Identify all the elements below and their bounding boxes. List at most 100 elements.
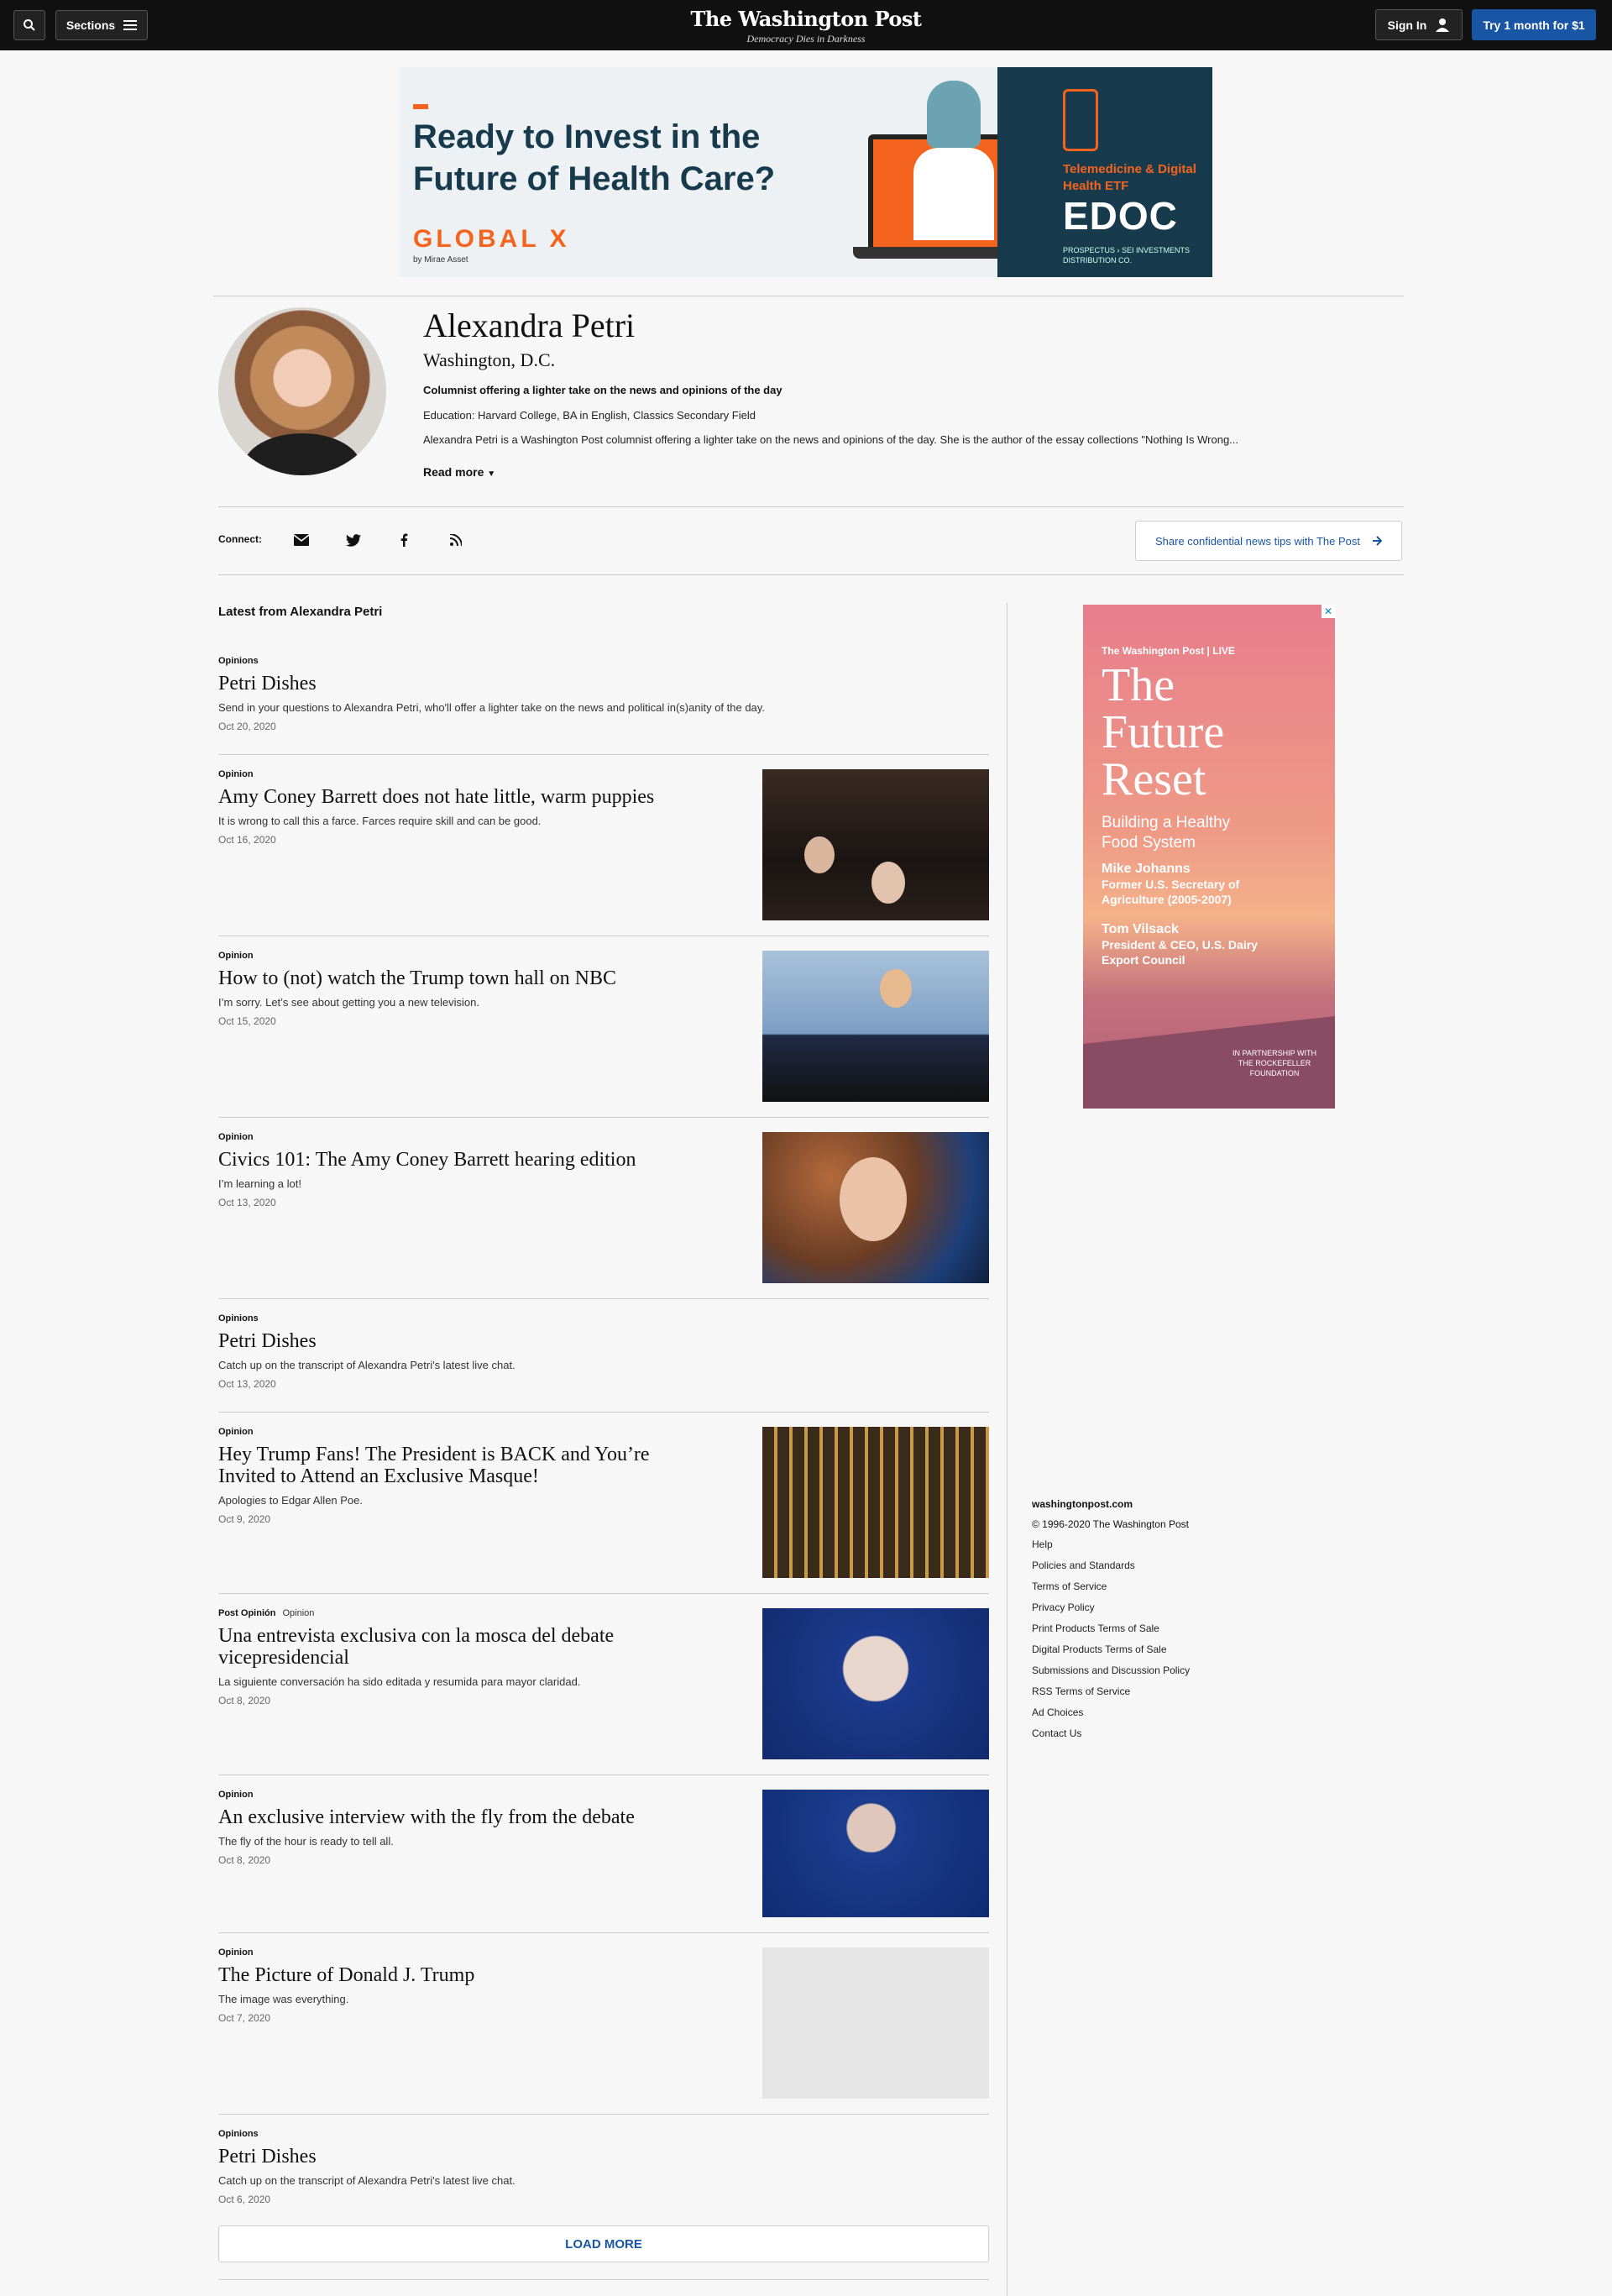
article-thumbnail[interactable] (762, 769, 989, 920)
footer-link[interactable]: Submissions and Discussion Policy (1032, 1664, 1190, 1677)
rss-icon[interactable] (443, 527, 468, 553)
sections-label: Sections (65, 18, 116, 32)
ad-accent-bar (413, 104, 428, 109)
article-thumbnail[interactable] (762, 1427, 989, 1578)
article-blurb: Apologies to Edgar Allen Poe. (218, 1494, 364, 1507)
article-item[interactable]: Post Opinión Opinion Una entrevista exclu… (218, 1608, 989, 1759)
article-item[interactable]: Opinions Petri Dishes Catch up on the tr… (218, 2129, 989, 2205)
site-tagline: Democracy Dies in Darkness (746, 33, 866, 45)
sign-in-label: Sign In (1387, 18, 1427, 32)
footer-link[interactable]: Privacy Policy (1032, 1601, 1190, 1614)
author-education: Education: Harvard College, BA in Englis… (423, 409, 756, 422)
article-blurb: I’m learning a lot! (218, 1177, 301, 1190)
divider (218, 1932, 989, 1933)
doctor-coat-illustration (913, 148, 994, 240)
article-thumbnail[interactable] (762, 1608, 989, 1759)
twitter-icon[interactable] (341, 527, 366, 553)
footer-links: washingtonpost.com © 1996-2020 The Washi… (1032, 1498, 1190, 1748)
footer-site[interactable]: washingtonpost.com (1032, 1498, 1190, 1510)
sign-in-button[interactable]: Sign In (1375, 9, 1463, 40)
read-more-button[interactable]: Read more ▼ (423, 465, 495, 479)
article-title[interactable]: The Picture of Donald J. Trump (218, 1964, 688, 1986)
article-kicker[interactable]: Opinions (218, 1313, 989, 1324)
article-date: Oct 13, 2020 (218, 1378, 276, 1390)
user-icon (1436, 18, 1450, 32)
side-advertisement[interactable]: ✕ The Washington Post | LIVE The Future … (1083, 605, 1335, 1109)
footer-copyright: © 1996-2020 The Washington Post (1032, 1518, 1189, 1530)
ad-disclaimer[interactable]: PROSPECTUS › SEI INVESTMENTS DISTRIBUTIO… (1063, 245, 1212, 265)
arrow-right-icon (1373, 536, 1382, 546)
article-title[interactable]: Petri Dishes (218, 673, 688, 695)
ad-close-icon[interactable]: ✕ (1322, 605, 1335, 618)
footer-link[interactable]: Help (1032, 1539, 1190, 1551)
article-item[interactable]: Opinion How to (not) watch the Trump tow… (218, 951, 989, 1102)
author-avatar (218, 307, 386, 475)
footer-link[interactable]: Terms of Service (1032, 1580, 1190, 1593)
article-thumbnail[interactable] (762, 1132, 989, 1283)
article-item[interactable]: Opinions Petri Dishes Catch up on the tr… (218, 1313, 989, 1390)
article-title[interactable]: Petri Dishes (218, 1330, 688, 1352)
footer-link[interactable]: Ad Choices (1032, 1706, 1190, 1719)
article-kicker[interactable]: Opinions (218, 656, 989, 666)
article-title[interactable]: Una entrevista exclusiva con la mosca de… (218, 1625, 688, 1669)
footer-link[interactable]: RSS Terms of Service (1032, 1685, 1190, 1698)
divider (218, 1774, 989, 1775)
hamburger-icon (123, 20, 138, 30)
author-name: Alexandra Petri (423, 307, 636, 344)
column-divider (1007, 603, 1008, 2296)
latest-heading: Latest from Alexandra Petri (218, 605, 383, 619)
divider (218, 754, 989, 755)
article-title[interactable]: Amy Coney Barrett does not hate little, … (218, 786, 688, 808)
brand[interactable]: The Washington Post Democracy Dies in Da… (638, 7, 974, 45)
article-title[interactable]: Civics 101: The Amy Coney Barrett hearin… (218, 1149, 688, 1171)
ad-brand: GLOBAL X (413, 225, 570, 253)
article-title[interactable]: An exclusive interview with the fly from… (218, 1806, 688, 1828)
article-kicker-primary[interactable]: Post Opinión (218, 1608, 275, 1618)
article-title[interactable]: How to (not) watch the Trump town hall o… (218, 967, 688, 989)
article-date: Oct 20, 2020 (218, 721, 276, 732)
article-item[interactable]: Opinion The Picture of Donald J. Trump T… (218, 1947, 989, 2099)
divider (218, 1298, 989, 1299)
article-thumbnail-placeholder[interactable] (762, 1947, 989, 2099)
sections-button[interactable]: Sections (55, 10, 148, 40)
article-item[interactable]: Opinion Hey Trump Fans! The President is… (218, 1427, 989, 1578)
site-logo[interactable]: The Washington Post (638, 7, 974, 31)
author-location: Washington, D.C. (423, 349, 556, 370)
top-nav: Sections The Washington Post Democracy D… (0, 0, 1612, 50)
phone-icon (1063, 89, 1098, 151)
article-blurb: La siguiente conversación ha sido editad… (218, 1675, 581, 1688)
search-icon (24, 19, 35, 31)
article-kicker[interactable]: Opinions (218, 2129, 989, 2139)
article-item[interactable]: Opinions Petri Dishes Send in your quest… (218, 656, 989, 732)
ad-product-line: Telemedicine & Digital Health ETF (1063, 162, 1196, 193)
share-tips-label: Share confidential news tips with The Po… (1154, 534, 1360, 548)
ad-headline: Ready to Invest in the Future of Health … (413, 118, 776, 197)
article-item[interactable]: Opinion An exclusive interview with the … (218, 1790, 989, 1917)
ad-headline: The Future Reset (1102, 659, 1225, 805)
divider (218, 1593, 989, 1594)
footer-link[interactable]: Print Products Terms of Sale (1032, 1622, 1190, 1635)
article-title[interactable]: Petri Dishes (218, 2146, 688, 2168)
article-thumbnail[interactable] (762, 951, 989, 1102)
ad-subheadline: Building a Healthy Food System (1102, 814, 1231, 852)
footer-link[interactable]: Contact Us (1032, 1727, 1190, 1740)
top-advertisement[interactable]: ▷✕ Ready to Invest in the Future of Heal… (400, 67, 1212, 277)
article-item[interactable]: Opinion Amy Coney Barrett does not hate … (218, 769, 989, 920)
divider (218, 2114, 989, 2115)
article-blurb: The image was everything. (218, 1993, 349, 2005)
share-tips-button[interactable]: Share confidential news tips with The Po… (1135, 521, 1402, 561)
load-more-button[interactable]: LOAD MORE (218, 2225, 989, 2262)
ad-speaker-2-title: President & CEO, U.S. Dairy Export Counc… (1102, 938, 1258, 967)
connect-label: Connect: (218, 533, 262, 545)
footer-link[interactable]: Policies and Standards (1032, 1559, 1190, 1572)
facebook-icon[interactable] (391, 527, 416, 553)
footer-link[interactable]: Digital Products Terms of Sale (1032, 1643, 1190, 1656)
subscribe-button[interactable]: Try 1 month for $1 (1472, 9, 1596, 40)
article-item[interactable]: Opinion Civics 101: The Amy Coney Barret… (218, 1132, 989, 1283)
article-title[interactable]: Hey Trump Fans! The President is BACK an… (218, 1444, 688, 1487)
ad-speaker-1-name: Mike Johanns (1102, 862, 1191, 876)
article-kicker-secondary[interactable]: Opinion (282, 1608, 314, 1618)
mail-icon[interactable] (289, 527, 314, 553)
article-thumbnail[interactable] (762, 1790, 989, 1917)
search-button[interactable] (13, 10, 45, 40)
